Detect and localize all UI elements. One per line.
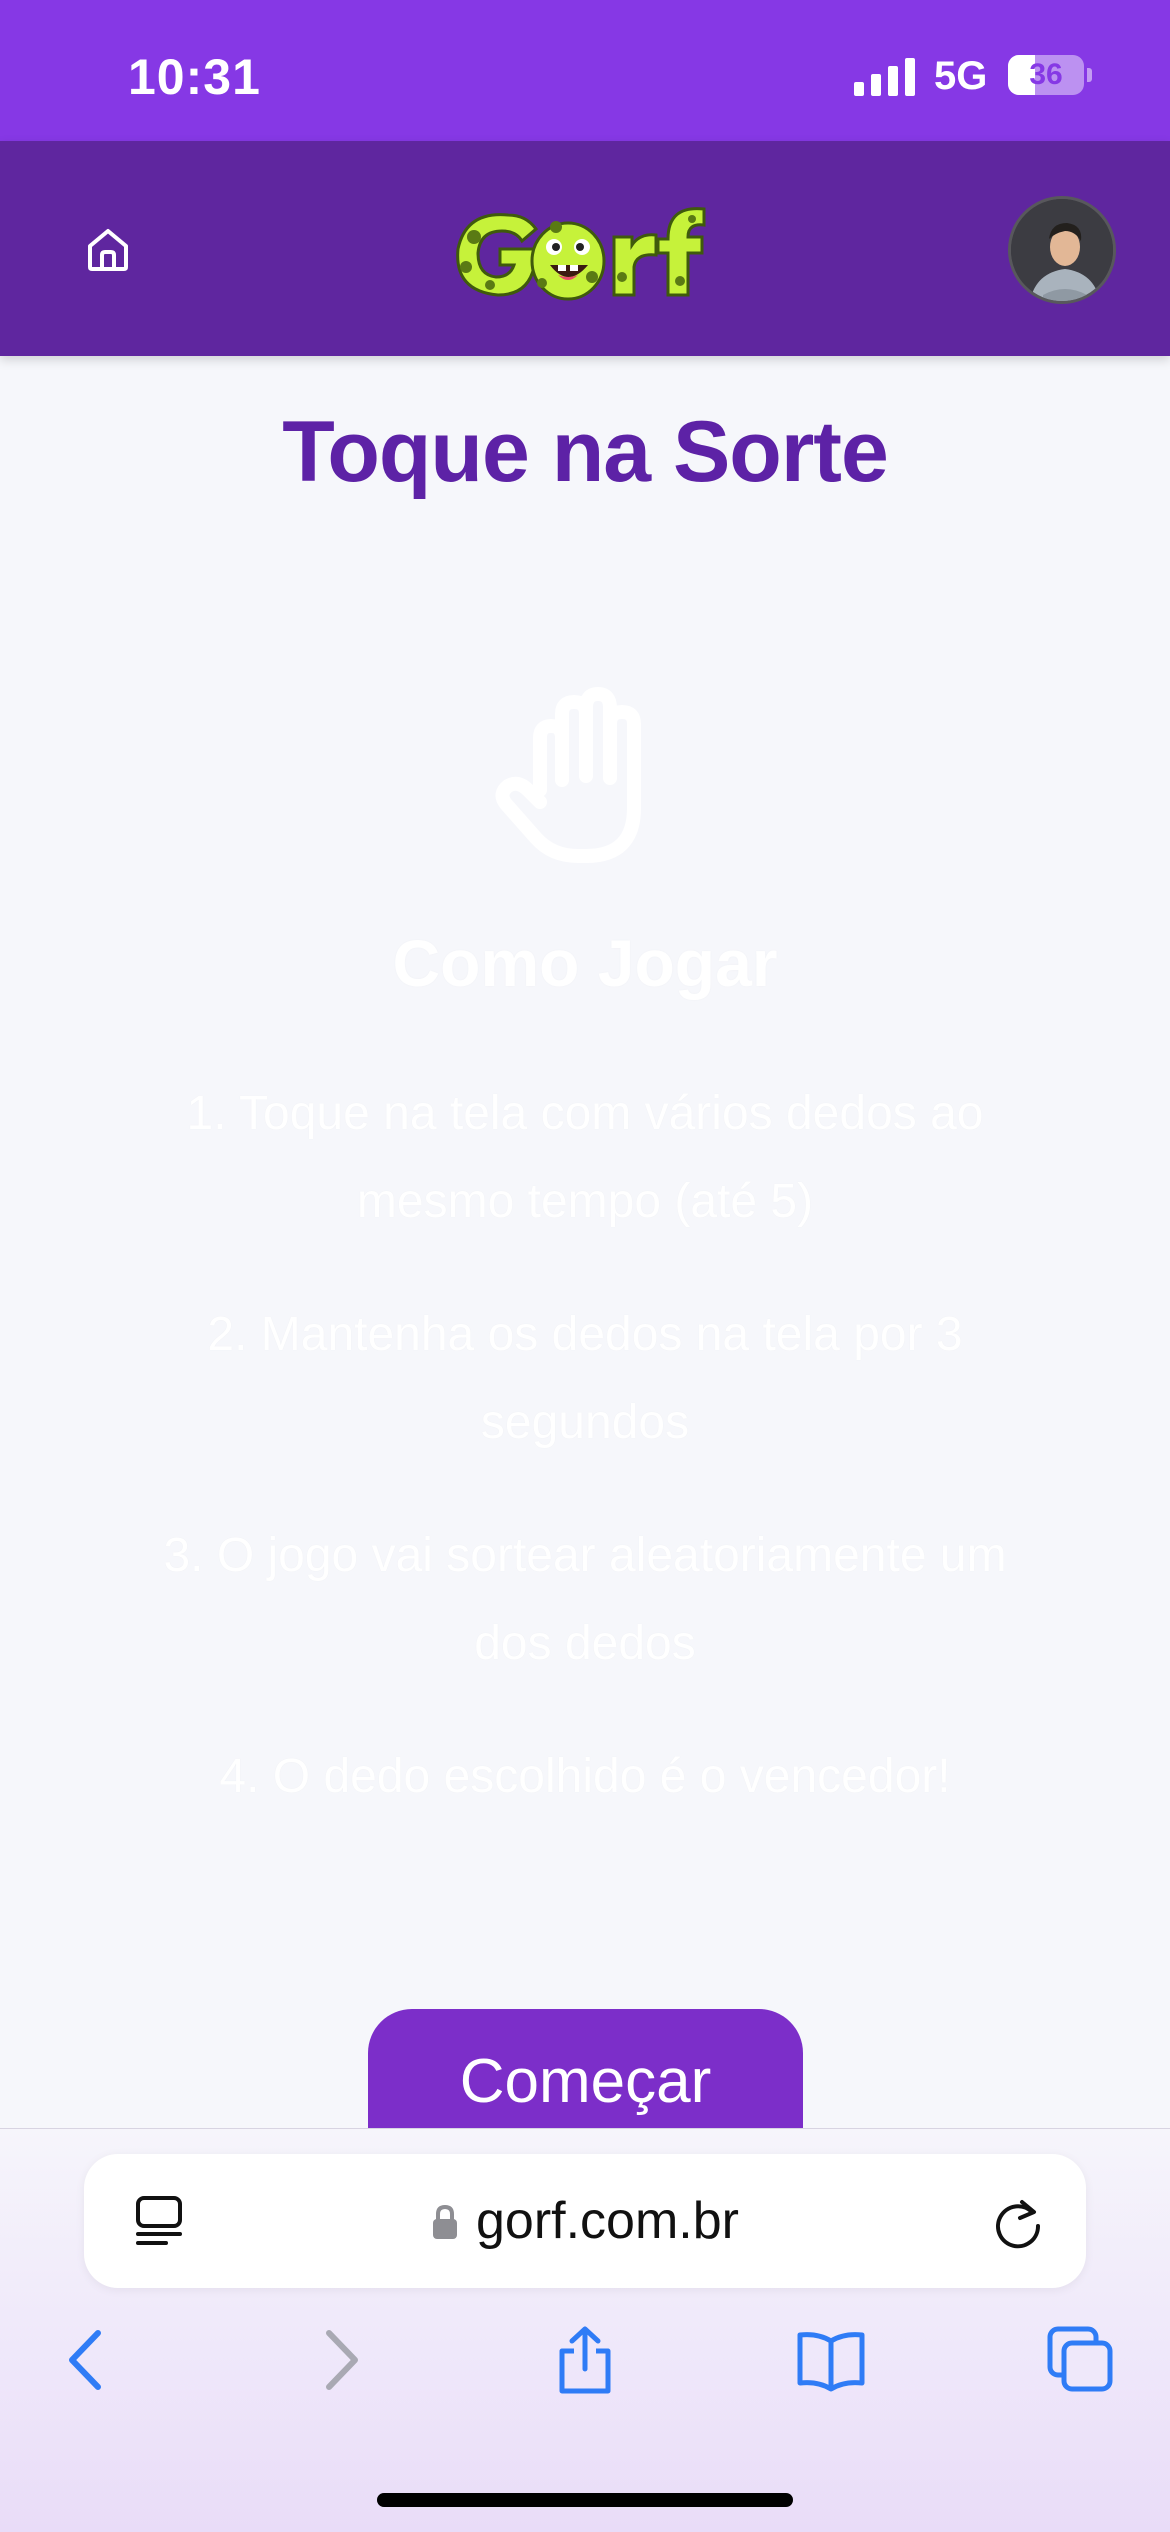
browser-toolbar: gorf.com.br: [0, 2128, 1170, 2532]
network-type: 5G: [934, 54, 988, 98]
status-time: 10:31: [128, 49, 261, 105]
lock-icon: [433, 2204, 457, 2239]
share-icon[interactable]: [550, 2325, 620, 2395]
battery-percent: 36: [1029, 58, 1063, 91]
instructions-list: 1. Toque na tela com vários dedos ao mes…: [130, 1070, 1040, 1866]
back-icon[interactable]: [52, 2325, 122, 2395]
home-icon[interactable]: [80, 221, 136, 277]
instruction-step: 1. Toque na tela com vários dedos ao mes…: [186, 1087, 984, 1228]
cellular-signal-icon: [854, 58, 915, 96]
home-indicator: [377, 2493, 793, 2507]
hand-icon: [495, 687, 641, 863]
bookmarks-icon[interactable]: [796, 2325, 866, 2395]
forward-icon[interactable]: [305, 2325, 375, 2395]
battery-icon: 36: [1008, 55, 1084, 95]
user-avatar[interactable]: [1008, 196, 1116, 304]
instruction-step: 2. Mantenha os dedos na tela por 3 segun…: [207, 1308, 963, 1449]
address-bar[interactable]: gorf.com.br: [84, 2154, 1086, 2288]
gorf-logo: [456, 207, 706, 301]
instruction-step: 3. O jogo vai sortear aleatoriamente um …: [163, 1529, 1007, 1670]
url-text[interactable]: gorf.com.br: [476, 2190, 739, 2252]
page-title: Toque na Sorte: [282, 404, 889, 500]
reload-icon[interactable]: [992, 2194, 1046, 2250]
battery-cap: [1087, 68, 1092, 82]
reader-icon[interactable]: [132, 2194, 186, 2248]
instruction-step: 4. O dedo escolhido é o vencedor!: [219, 1750, 951, 1803]
avatar-image: [1011, 199, 1113, 301]
tabs-icon[interactable]: [1046, 2325, 1116, 2395]
status-bar: 10:31 5G 36: [0, 0, 1170, 141]
app-header: [0, 141, 1170, 356]
how-to-play-title: Como Jogar: [392, 926, 778, 1000]
